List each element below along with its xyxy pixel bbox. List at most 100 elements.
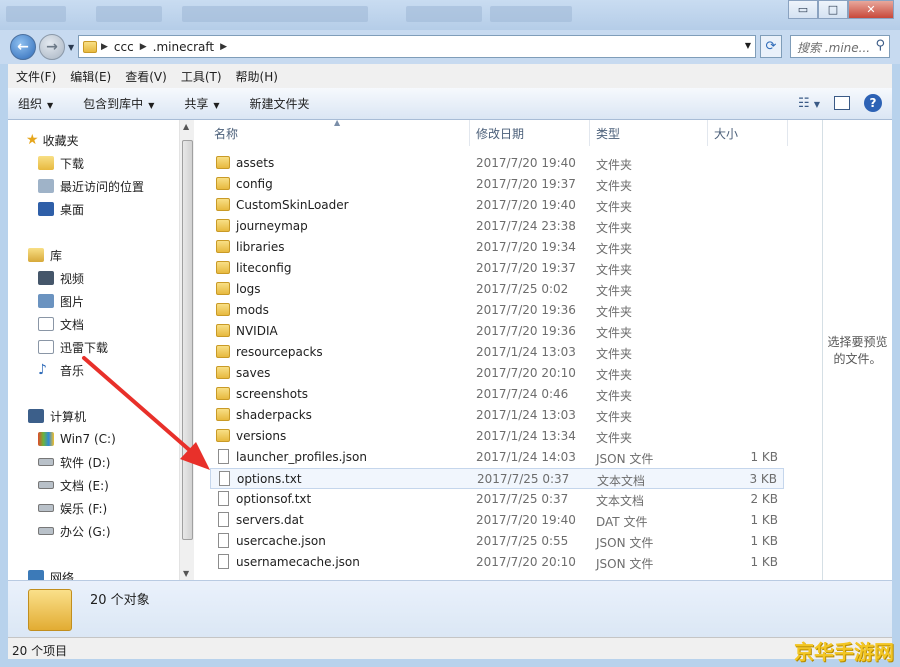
file-date: 2017/1/24 13:03 bbox=[476, 345, 576, 359]
menu-tools[interactable]: 工具(T) bbox=[181, 68, 222, 85]
forward-button[interactable]: → bbox=[39, 34, 65, 60]
nav-network[interactable]: 网络 bbox=[28, 566, 74, 580]
folder-icon bbox=[216, 198, 230, 211]
back-button[interactable]: ← bbox=[10, 34, 36, 60]
file-row[interactable]: servers.dat 2017/7/20 19:40 DAT 文件 1 KB bbox=[210, 510, 784, 531]
nav-network-label: 网络 bbox=[50, 570, 75, 581]
address-input[interactable]: ▶ ccc ▶ .minecraft ▶ ▼ bbox=[78, 35, 756, 58]
windows-drive-icon bbox=[38, 432, 54, 446]
preview-pane-icon[interactable] bbox=[834, 96, 850, 110]
search-input[interactable]: 搜索 .mine... ⚲ bbox=[790, 35, 890, 58]
nav-item-desktop[interactable]: 桌面 bbox=[38, 198, 84, 220]
nav-drive-f[interactable]: 娱乐 (F:) bbox=[38, 497, 107, 519]
file-name: optionsof.txt bbox=[236, 492, 312, 506]
nav-drive-e[interactable]: 文档 (E:) bbox=[38, 474, 109, 496]
close-button[interactable]: ✕ bbox=[848, 0, 894, 19]
include-in-library-button[interactable]: 包含到库中 ▼ bbox=[83, 95, 154, 112]
nav-scrollbar[interactable]: ▲ ▼ bbox=[179, 120, 194, 580]
file-row[interactable]: optionsof.txt 2017/7/25 0:37 文本文档 2 KB bbox=[210, 489, 784, 510]
view-options-icon[interactable]: ☷ ▼ bbox=[798, 96, 820, 111]
breadcrumb-minecraft[interactable]: .minecraft bbox=[153, 40, 214, 54]
column-header-name[interactable]: 名称 bbox=[208, 120, 470, 146]
folder-icon bbox=[216, 366, 230, 379]
file-type: 文件夹 bbox=[596, 200, 633, 214]
file-name: servers.dat bbox=[236, 513, 304, 527]
help-icon[interactable]: ? bbox=[864, 94, 882, 112]
nav-item-recent[interactable]: 最近访问的位置 bbox=[38, 175, 144, 197]
minimize-button[interactable]: ▭ bbox=[788, 0, 818, 19]
file-row[interactable]: logs 2017/7/25 0:02 文件夹 bbox=[210, 279, 784, 300]
file-row[interactable]: saves 2017/7/20 20:10 文件夹 bbox=[210, 363, 784, 384]
file-size: 2 KB bbox=[750, 492, 778, 506]
file-date: 2017/7/20 20:10 bbox=[476, 366, 576, 380]
nav-item-label: 文档 bbox=[60, 317, 85, 332]
nav-item-downloads[interactable]: 下载 bbox=[38, 152, 84, 174]
file-row[interactable]: usercache.json 2017/7/25 0:55 JSON 文件 1 KB bbox=[210, 531, 784, 552]
file-row[interactable]: journeymap 2017/7/24 23:38 文件夹 bbox=[210, 216, 784, 237]
file-row[interactable]: mods 2017/7/20 19:36 文件夹 bbox=[210, 300, 784, 321]
column-header-date[interactable]: 修改日期 bbox=[470, 120, 590, 146]
nav-item-music[interactable]: ♪ 音乐 bbox=[38, 359, 84, 381]
file-row[interactable]: options.txt 2017/7/25 0:37 文本文档 3 KB bbox=[210, 468, 784, 489]
file-row[interactable]: screenshots 2017/7/24 0:46 文件夹 bbox=[210, 384, 784, 405]
file-row[interactable]: config 2017/7/20 19:37 文件夹 bbox=[210, 174, 784, 195]
file-row[interactable]: CustomSkinLoader 2017/7/20 19:40 文件夹 bbox=[210, 195, 784, 216]
breadcrumb-separator[interactable]: ▶ bbox=[220, 42, 227, 52]
menu-file[interactable]: 文件(F) bbox=[16, 68, 56, 85]
breadcrumb-separator[interactable]: ▶ bbox=[140, 42, 147, 52]
nav-libraries[interactable]: 库 bbox=[28, 244, 62, 266]
breadcrumb-ccc[interactable]: ccc bbox=[114, 40, 134, 54]
nav-drive-c[interactable]: Win7 (C:) bbox=[38, 428, 116, 450]
file-icon bbox=[219, 471, 230, 486]
breadcrumb-separator[interactable]: ▶ bbox=[101, 42, 108, 52]
history-dropdown[interactable]: ▼ bbox=[68, 43, 74, 52]
scroll-up-icon[interactable]: ▲ bbox=[183, 122, 189, 131]
file-name: usercache.json bbox=[236, 534, 326, 548]
refresh-button[interactable]: ⟳ bbox=[760, 35, 782, 58]
scrollbar-thumb[interactable] bbox=[182, 140, 193, 540]
drive-icon bbox=[38, 527, 54, 535]
folder-icon bbox=[216, 282, 230, 295]
file-row[interactable]: shaderpacks 2017/1/24 13:03 文件夹 bbox=[210, 405, 784, 426]
organize-button[interactable]: 组织 ▼ bbox=[18, 95, 53, 112]
nav-item-thunder-downloads[interactable]: 迅雷下载 bbox=[38, 336, 108, 358]
file-list: ▲ 名称 修改日期 类型 大小 assets 2017/7/20 19:40 文件夹… bbox=[194, 118, 822, 580]
chevron-down-icon[interactable]: ▼ bbox=[745, 41, 751, 50]
library-icon bbox=[28, 248, 44, 262]
file-type: 文件夹 bbox=[596, 326, 633, 340]
file-row[interactable]: resourcepacks 2017/1/24 13:03 文件夹 bbox=[210, 342, 784, 363]
nav-item-pictures[interactable]: 图片 bbox=[38, 290, 84, 312]
status-bar: 20 个项目 bbox=[8, 637, 892, 659]
file-name: CustomSkinLoader bbox=[236, 198, 349, 212]
scroll-down-icon[interactable]: ▼ bbox=[183, 569, 189, 578]
file-row[interactable]: versions 2017/1/24 13:34 文件夹 bbox=[210, 426, 784, 447]
maximize-button[interactable]: □ bbox=[818, 0, 848, 19]
file-row[interactable]: launcher_profiles.json 2017/1/24 14:03 JSO… bbox=[210, 447, 784, 468]
file-icon bbox=[218, 554, 229, 569]
file-row[interactable]: usernamecache.json 2017/7/20 20:10 JSON 文件… bbox=[210, 552, 784, 573]
search-icon[interactable]: ⚲ bbox=[875, 38, 885, 53]
drive-icon bbox=[38, 504, 54, 512]
file-row[interactable]: libraries 2017/7/20 19:34 文件夹 bbox=[210, 237, 784, 258]
menu-view[interactable]: 查看(V) bbox=[125, 68, 167, 85]
menu-help[interactable]: 帮助(H) bbox=[236, 68, 278, 85]
file-name: config bbox=[236, 177, 273, 191]
file-row[interactable]: assets 2017/7/20 19:40 文件夹 bbox=[210, 153, 784, 174]
file-type: 文件夹 bbox=[596, 347, 633, 361]
file-name: logs bbox=[236, 282, 261, 296]
nav-drive-d[interactable]: 软件 (D:) bbox=[38, 451, 110, 473]
nav-computer[interactable]: 计算机 bbox=[28, 405, 86, 427]
share-button[interactable]: 共享 ▼ bbox=[184, 95, 219, 112]
nav-drive-g[interactable]: 办公 (G:) bbox=[38, 520, 111, 542]
column-header-size[interactable]: 大小 bbox=[708, 120, 788, 146]
nav-item-documents[interactable]: 文档 bbox=[38, 313, 84, 335]
column-header-type[interactable]: 类型 bbox=[590, 120, 708, 146]
nav-favorites[interactable]: ★ 收藏夹 bbox=[26, 129, 79, 151]
file-row[interactable]: NVIDIA 2017/7/20 19:36 文件夹 bbox=[210, 321, 784, 342]
file-row[interactable]: liteconfig 2017/7/20 19:37 文件夹 bbox=[210, 258, 784, 279]
nav-item-videos[interactable]: 视频 bbox=[38, 267, 84, 289]
menu-edit[interactable]: 编辑(E) bbox=[70, 68, 111, 85]
new-folder-button[interactable]: 新建文件夹 bbox=[250, 95, 310, 112]
folder-icon bbox=[216, 240, 230, 253]
file-date: 2017/7/25 0:37 bbox=[476, 492, 569, 506]
